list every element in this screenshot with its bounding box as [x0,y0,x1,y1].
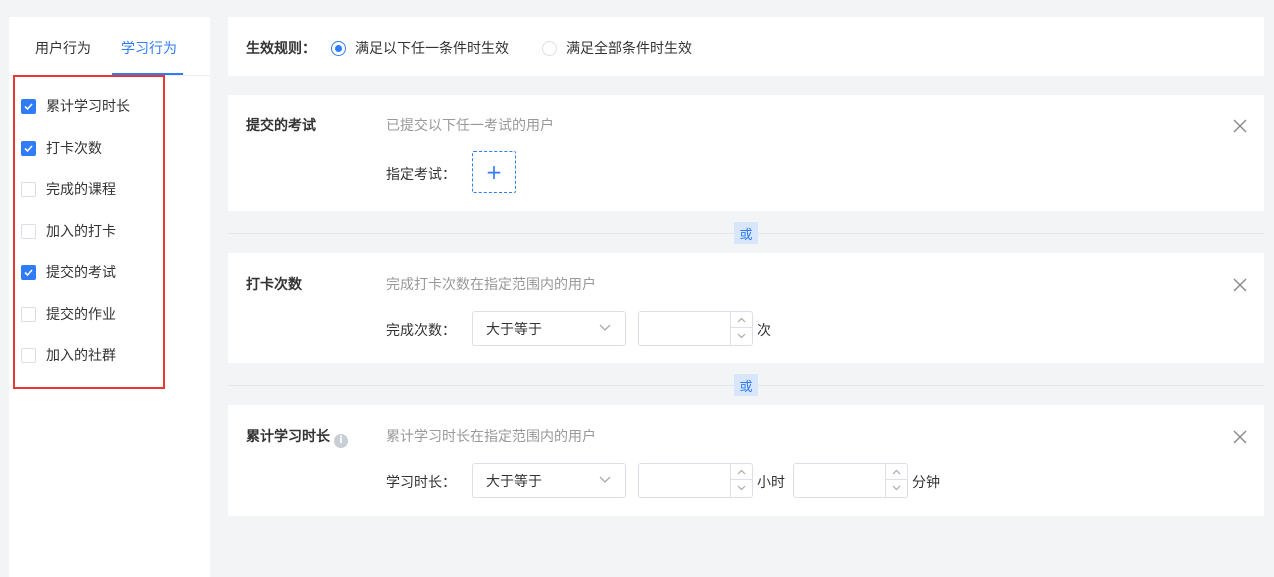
add-exam-button[interactable]: + [472,151,516,193]
condition-label: 提交的考试 [46,265,116,281]
radio-dot [542,40,557,56]
radio-all-conditions[interactable]: 满足全部条件时生效 [542,38,692,58]
operator-select[interactable]: 大于等于 [472,311,626,346]
plus-icon: + [485,160,503,184]
or-badge: 或 [734,374,758,396]
stepper [885,464,907,497]
check-icon [24,268,33,276]
condition-label: 打卡次数 [46,141,102,157]
select-value: 大于等于 [486,473,542,490]
card-title: 打卡次数 [246,277,302,293]
exam-condition-card: 提交的考试 已提交以下任一考试的用户 指定考试： + [228,95,1264,211]
radio-dot [331,40,346,56]
checkbox[interactable] [21,347,36,363]
condition-checkbox-item[interactable]: 加入的社群 [21,345,116,365]
step-up-button[interactable] [886,464,907,480]
or-divider: 或 [228,374,1264,398]
step-down-button[interactable] [731,328,752,344]
unit-label: 次 [757,323,771,339]
condition-sidebar: 用户行为 学习行为 累计学习时长 打卡次数完成的课程加入的打卡提交的考试提交的作业… [9,17,210,577]
stepper [730,312,752,345]
minutes-input[interactable] [793,463,908,498]
chevron-down-icon [599,476,611,483]
checkin-count-input[interactable] [638,311,753,346]
check-icon [24,144,33,152]
close-icon[interactable] [1232,429,1248,445]
tab-user-behavior[interactable]: 用户行为 [35,38,91,58]
card-title-text: 累计学习时长 [246,429,330,445]
card-description: 累计学习时长在指定范围内的用户 [386,429,596,445]
card-description: 已提交以下任一考试的用户 [386,118,554,134]
checkin-condition-card: 打卡次数 完成打卡次数在指定范围内的用户 完成次数： 大于等于 次 [228,253,1264,363]
close-icon[interactable] [1232,118,1248,134]
field-label: 学习时长： [386,475,456,491]
unit-label: 小时 [757,475,785,491]
step-down-button[interactable] [886,480,907,496]
chevron-down-icon [892,485,901,491]
chevron-down-icon [737,485,746,491]
stepper [730,464,752,497]
condition-checkbox-item[interactable]: 完成的课程 [21,179,116,199]
condition-label: 累计学习时长 [46,99,130,115]
condition-label: 加入的社群 [46,348,116,364]
select-value: 大于等于 [486,321,542,338]
step-up-button[interactable] [731,464,752,480]
behavior-tabs: 用户行为 学习行为 [9,17,210,76]
rule-label: 生效规则： [246,41,316,57]
condition-checkbox-item[interactable]: 累计学习时长 [21,96,130,116]
chevron-up-icon [892,469,901,474]
card-description: 完成打卡次数在指定范围内的用户 [386,277,596,293]
rule-card: 生效规则： 满足以下任一条件时生效 满足全部条件时生效 [228,17,1264,76]
radio-label: 满足全部条件时生效 [566,41,692,57]
operator-select[interactable]: 大于等于 [472,463,626,498]
checkbox[interactable] [21,264,36,280]
chevron-down-icon [737,333,746,339]
checkbox[interactable] [21,223,36,239]
info-icon[interactable]: i [334,433,348,448]
condition-checkbox-item[interactable]: 打卡次数 [21,138,102,158]
step-up-button[interactable] [731,312,752,328]
condition-checkbox-item[interactable]: 提交的考试 [21,262,116,282]
field-label: 指定考试： [386,167,456,183]
checkbox[interactable] [21,181,36,197]
field-label: 完成次数： [386,323,456,339]
condition-label: 提交的作业 [46,307,116,323]
chevron-up-icon [737,317,746,322]
condition-checkbox-item[interactable]: 加入的打卡 [21,221,116,241]
or-badge: 或 [734,222,758,244]
hours-input[interactable] [638,463,753,498]
checkbox[interactable] [21,306,36,322]
checkbox[interactable] [21,140,36,156]
checkbox[interactable] [21,98,36,114]
radio-any-condition[interactable]: 满足以下任一条件时生效 [331,38,509,58]
step-down-button[interactable] [731,480,752,496]
condition-label: 加入的打卡 [46,224,116,240]
condition-checkbox-item[interactable]: 提交的作业 [21,304,116,324]
card-title: 提交的考试 [246,118,316,134]
chevron-down-icon [599,324,611,331]
radio-label: 满足以下任一条件时生效 [355,41,509,57]
tab-learning-behavior[interactable]: 学习行为 [121,38,177,58]
check-icon [24,102,33,110]
card-title: 累计学习时长 i [246,426,348,448]
condition-label: 完成的课程 [46,182,116,198]
chevron-up-icon [737,469,746,474]
close-icon[interactable] [1232,277,1248,293]
study-time-condition-card: 累计学习时长 i 累计学习时长在指定范围内的用户 学习时长： 大于等于 小时 分… [228,405,1264,516]
or-divider: 或 [228,222,1264,246]
unit-label: 分钟 [912,475,940,491]
